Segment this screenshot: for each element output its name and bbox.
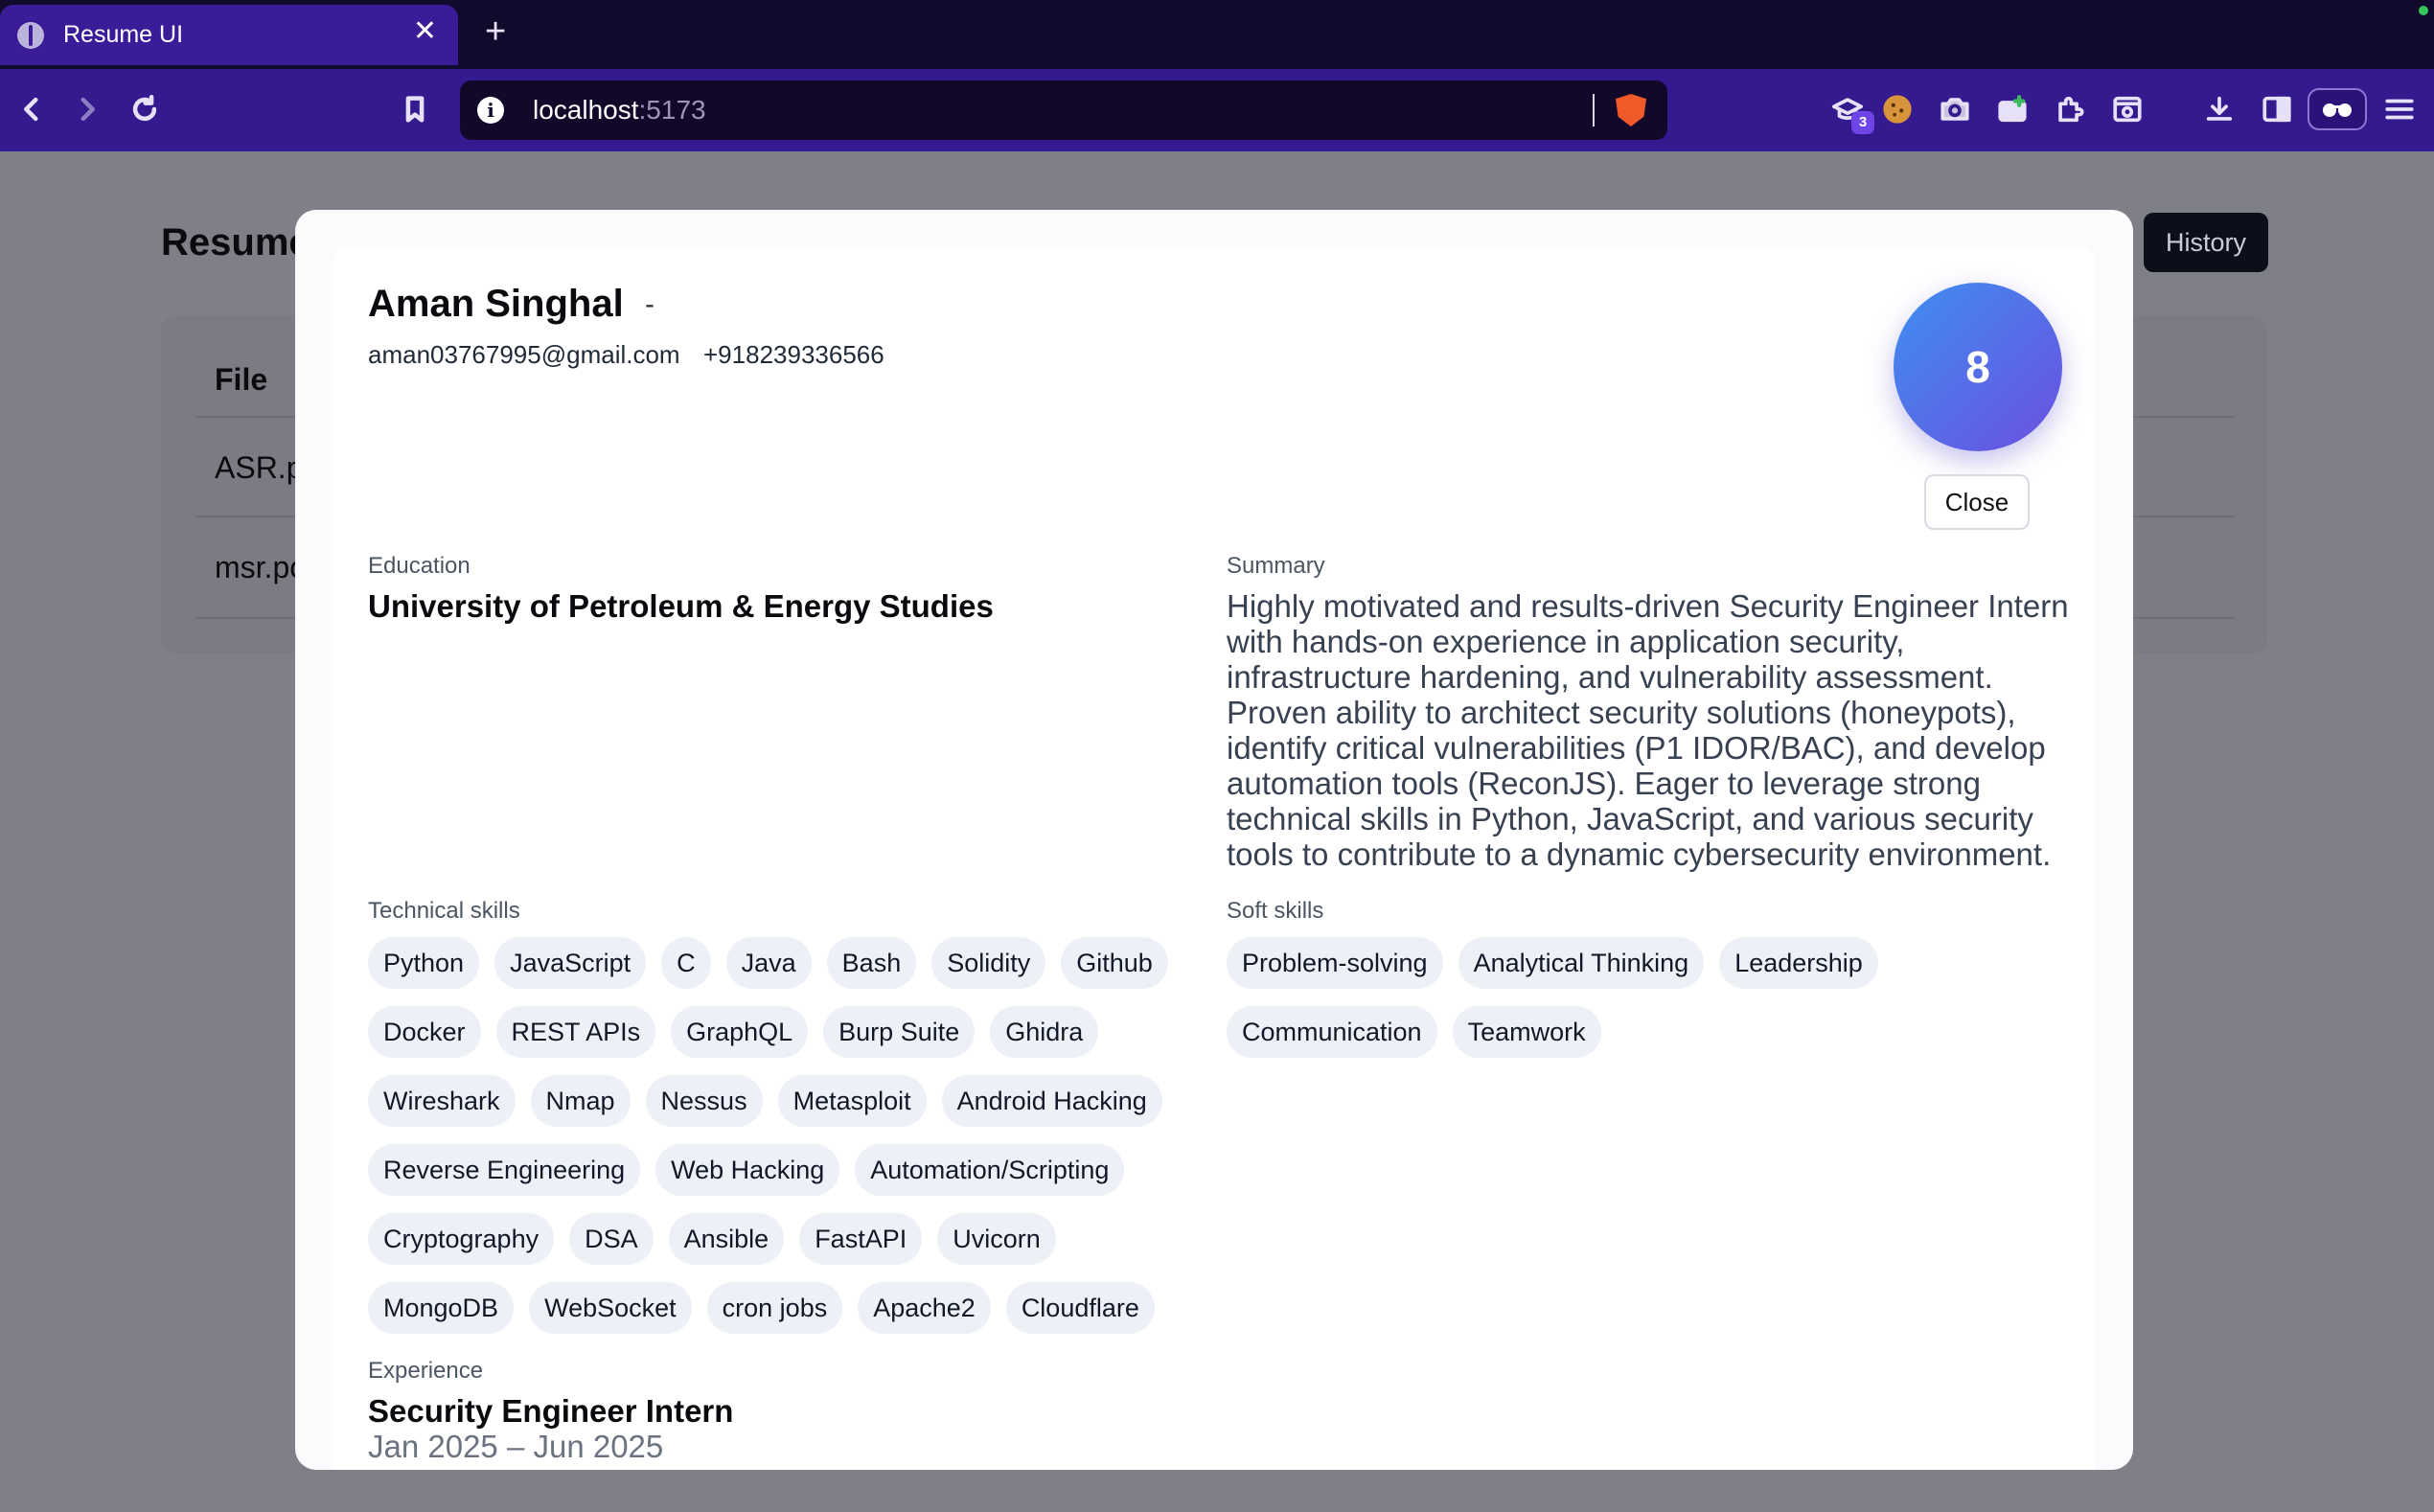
technical-skill-chip: Automation/Scripting bbox=[855, 1144, 1125, 1196]
forward-icon[interactable] bbox=[63, 85, 111, 133]
technical-skill-chip: REST APIs bbox=[495, 1006, 656, 1058]
technical-skill-chip: Java bbox=[725, 937, 812, 989]
technical-skill-chip: Android Hacking bbox=[941, 1075, 1162, 1127]
url-text: localhost:5173 bbox=[533, 95, 706, 125]
technical-skill-chip: MongoDB bbox=[368, 1282, 515, 1334]
new-tab-icon[interactable]: + bbox=[485, 13, 506, 50]
tab-strip: Resume UI ✕ + bbox=[0, 0, 2434, 69]
score-badge: 8 bbox=[1894, 283, 2062, 451]
candidate-name: Aman Singhal bbox=[368, 283, 624, 325]
soft-skill-chip: Problem-solving bbox=[1227, 937, 1443, 989]
experience-title: Security Engineer Intern bbox=[368, 1393, 734, 1429]
extension-badge: 3 bbox=[1851, 111, 1874, 134]
technical-skills-list: Python JavaScript C Java Bash Solidity Github D… bbox=[368, 937, 1211, 1334]
bookmark-icon[interactable] bbox=[391, 85, 439, 133]
technical-skill-chip: Reverse Engineering bbox=[368, 1144, 641, 1196]
technical-skill-chip: GraphQL bbox=[671, 1006, 809, 1058]
technical-skill-chip: Github bbox=[1061, 937, 1168, 989]
camera-icon[interactable] bbox=[1934, 88, 1976, 130]
extensions-puzzle-icon[interactable] bbox=[2049, 88, 2091, 130]
table-row[interactable]: msr.pc bbox=[215, 550, 305, 585]
technical-skill-chip: Ghidra bbox=[990, 1006, 1099, 1058]
education-institution: University of Petroleum & Energy Studies bbox=[368, 588, 994, 624]
close-button[interactable]: Close bbox=[1924, 474, 2030, 530]
technical-skill-chip: Cloudflare bbox=[1005, 1282, 1155, 1334]
summary-text: Highly motivated and results-driven Secu… bbox=[1227, 588, 2069, 872]
technical-skill-chip: Apache2 bbox=[858, 1282, 991, 1334]
browser-toolbar: i localhost:5173 3 bbox=[0, 69, 2434, 151]
technical-skill-chip: cron jobs bbox=[706, 1282, 843, 1334]
technical-skill-chip: Python bbox=[368, 937, 480, 989]
technical-skill-chip: Uvicorn bbox=[937, 1213, 1056, 1265]
status-dot-icon bbox=[2419, 6, 2428, 15]
technical-skill-chip: Docker bbox=[368, 1006, 481, 1058]
screenshot-extension-icon[interactable] bbox=[1991, 88, 2033, 130]
technical-skill-chip: FastAPI bbox=[799, 1213, 923, 1265]
candidate-email: aman03767995@gmail.com bbox=[368, 340, 680, 369]
table-header-file: File bbox=[215, 362, 268, 397]
resume-modal: Aman Singhal - aman03767995@gmail.com +9… bbox=[295, 210, 2133, 1470]
soft-skill-chip: Teamwork bbox=[1452, 1006, 1601, 1058]
technical-skills-label: Technical skills bbox=[368, 898, 520, 924]
tab-search-icon[interactable] bbox=[2106, 88, 2148, 130]
soft-skills-label: Soft skills bbox=[1227, 898, 1324, 924]
technical-skill-chip: Nessus bbox=[645, 1075, 763, 1127]
table-row[interactable]: ASR.p bbox=[215, 450, 303, 486]
technical-skill-chip: C bbox=[661, 937, 711, 989]
tab-resume-ui[interactable]: Resume UI ✕ bbox=[0, 5, 458, 65]
technical-skill-chip: Web Hacking bbox=[655, 1144, 840, 1196]
download-icon[interactable] bbox=[2198, 88, 2240, 130]
name-separator: - bbox=[645, 288, 654, 320]
candidate-phone: +918239336566 bbox=[703, 340, 884, 369]
summary-label: Summary bbox=[1227, 553, 1325, 579]
page-title: Resume bbox=[161, 221, 310, 263]
reload-icon[interactable] bbox=[121, 85, 169, 133]
technical-skill-chip: JavaScript bbox=[494, 937, 647, 989]
address-bar[interactable]: i localhost:5173 bbox=[460, 80, 1667, 140]
soft-skills-list: Problem-solving Analytical Thinking Leader… bbox=[1227, 937, 1897, 1058]
brave-shields-icon[interactable] bbox=[1616, 94, 1646, 126]
experience-label: Experience bbox=[368, 1358, 484, 1384]
close-tab-icon[interactable]: ✕ bbox=[413, 17, 437, 46]
technical-skill-chip: DSA bbox=[569, 1213, 654, 1265]
technical-skill-chip: Burp Suite bbox=[823, 1006, 976, 1058]
sidebar-toggle-icon[interactable] bbox=[2256, 88, 2298, 130]
resume-panel: Aman Singhal - aman03767995@gmail.com +9… bbox=[333, 248, 2095, 1470]
tab-title: Resume UI bbox=[63, 21, 184, 48]
experience-dates: Jan 2025 – Jun 2025 bbox=[368, 1429, 664, 1464]
technical-skill-chip: Cryptography bbox=[368, 1213, 555, 1265]
education-label: Education bbox=[368, 553, 471, 579]
menu-icon[interactable] bbox=[2378, 88, 2421, 130]
technical-skill-chip: Wireshark bbox=[368, 1075, 516, 1127]
reader-mode-icon[interactable] bbox=[2308, 88, 2367, 130]
soft-skill-chip: Communication bbox=[1227, 1006, 1437, 1058]
soft-skill-chip: Analytical Thinking bbox=[1458, 937, 1705, 989]
technical-skill-chip: Solidity bbox=[931, 937, 1046, 989]
site-info-icon[interactable]: i bbox=[477, 97, 504, 124]
cookie-icon[interactable] bbox=[1876, 88, 1918, 130]
technical-skill-chip: Metasploit bbox=[777, 1075, 927, 1127]
globe-icon bbox=[17, 22, 44, 49]
technical-skill-chip: Bash bbox=[826, 937, 917, 989]
technical-skill-chip: Nmap bbox=[530, 1075, 631, 1127]
url-divider bbox=[1593, 94, 1595, 126]
technical-skill-chip: WebSocket bbox=[529, 1282, 692, 1334]
history-button[interactable]: History bbox=[2144, 213, 2268, 272]
technical-skill-chip: Ansible bbox=[668, 1213, 785, 1265]
extension-cap-icon[interactable]: 3 bbox=[1826, 88, 1874, 134]
soft-skill-chip: Leadership bbox=[1719, 937, 1878, 989]
back-icon[interactable] bbox=[8, 85, 56, 133]
